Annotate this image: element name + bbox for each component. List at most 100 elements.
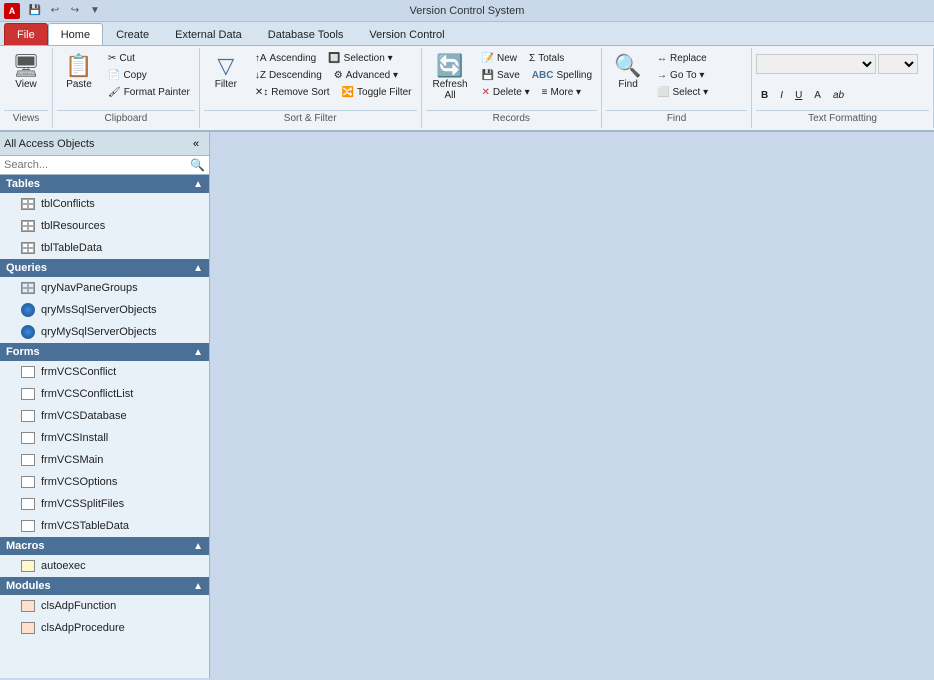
- macros-label: Macros: [6, 540, 45, 552]
- nav-item-clsAdpProcedure[interactable]: clsAdpProcedure: [0, 617, 209, 639]
- toggle-filter-button[interactable]: 🔀 Toggle Filter: [337, 84, 417, 101]
- undo-quick-btn[interactable]: ↩: [46, 3, 64, 19]
- nav-section-tables[interactable]: Tables ▲: [0, 175, 209, 193]
- tblResources-label: tblResources: [41, 220, 105, 232]
- nav-item-tblConflicts[interactable]: tblConflicts: [0, 193, 209, 215]
- descending-button[interactable]: ↓Z Descending: [250, 67, 327, 84]
- view-icon: 🖥: [12, 55, 40, 77]
- highlight-button[interactable]: ab: [828, 87, 849, 104]
- work-area: [210, 132, 934, 678]
- format-painter-button[interactable]: 🖌 Format Painter: [103, 84, 195, 101]
- find-icon: 🔍: [614, 55, 641, 77]
- nav-item-autoexec[interactable]: autoexec: [0, 555, 209, 577]
- find-button[interactable]: 🔍 Find: [606, 50, 650, 95]
- nav-item-tblResources[interactable]: tblResources: [0, 215, 209, 237]
- nav-section-macros[interactable]: Macros ▲: [0, 537, 209, 555]
- tab-home[interactable]: Home: [48, 23, 103, 45]
- macro-icon-autoexec: [20, 558, 36, 574]
- refresh-all-button[interactable]: 🔄 RefreshAll: [426, 50, 475, 106]
- nav-section-modules[interactable]: Modules ▲: [0, 577, 209, 595]
- select-button[interactable]: ⬜ Select ▾: [652, 84, 713, 101]
- more-button[interactable]: ≡ More ▾: [537, 84, 586, 101]
- italic-button[interactable]: I: [775, 87, 788, 104]
- tab-version-control[interactable]: Version Control: [356, 23, 457, 45]
- nav-item-frmVCSInstall[interactable]: frmVCSInstall: [0, 427, 209, 449]
- tab-database-tools[interactable]: Database Tools: [255, 23, 357, 45]
- goto-button[interactable]: → Go To ▾: [652, 67, 713, 84]
- queries-chevron: ▲: [193, 263, 203, 274]
- search-icon: 🔍: [190, 158, 205, 172]
- underline-button[interactable]: U: [790, 87, 807, 104]
- qryNavPaneGroups-label: qryNavPaneGroups: [41, 282, 138, 294]
- ribbon-group-records: 🔄 RefreshAll 📝 New Σ Totals 💾: [422, 48, 603, 128]
- view-button[interactable]: 🖥 View: [4, 50, 48, 95]
- bold-button[interactable]: B: [756, 87, 773, 104]
- paste-button[interactable]: 📋 Paste: [57, 50, 101, 95]
- redo-quick-btn[interactable]: ↪: [66, 3, 84, 19]
- spelling-button[interactable]: ABC Spelling: [527, 67, 597, 84]
- nav-item-tblTableData[interactable]: tblTableData: [0, 237, 209, 259]
- queries-label: Queries: [6, 262, 47, 274]
- cut-button[interactable]: ✂ Cut: [103, 50, 195, 67]
- nav-pane-collapse-btn[interactable]: «: [187, 135, 205, 153]
- select-icon: ⬜: [657, 87, 669, 98]
- tab-external-data[interactable]: External Data: [162, 23, 255, 45]
- find-group-label: Find: [606, 110, 747, 126]
- paste-label: Paste: [66, 79, 92, 90]
- save-quick-btn[interactable]: 💾: [26, 3, 44, 19]
- selection-icon: 🔲: [328, 53, 340, 64]
- totals-icon: Σ: [529, 53, 535, 64]
- nav-section-forms[interactable]: Forms ▲: [0, 343, 209, 361]
- table-icon-tblConflicts: [20, 196, 36, 212]
- nav-item-clsAdpFunction[interactable]: clsAdpFunction: [0, 595, 209, 617]
- font-family-select[interactable]: [756, 54, 876, 74]
- nav-item-frmVCSDatabase[interactable]: frmVCSDatabase: [0, 405, 209, 427]
- search-input[interactable]: [4, 159, 190, 171]
- nav-item-qryMsSqlServerObjects[interactable]: qryMsSqlServerObjects: [0, 299, 209, 321]
- globe-icon-qryMySql: [20, 324, 36, 340]
- table-icon-tblTableData: [20, 240, 36, 256]
- ribbon: 🖥 View Views 📋 Paste ✂ Cut 📄 Copy: [0, 46, 934, 132]
- ascending-button[interactable]: ↑A Ascending: [250, 50, 321, 67]
- ribbon-group-sort-filter: ▽ Filter ↑A Ascending 🔲 Selection ▾: [200, 48, 422, 128]
- paste-icon: 📋: [65, 55, 92, 77]
- copy-button[interactable]: 📄 Copy: [103, 67, 195, 84]
- replace-button[interactable]: ↔ Replace: [652, 50, 713, 67]
- delete-button[interactable]: ✕ Delete ▾: [477, 84, 535, 101]
- new-icon: 📝: [482, 53, 494, 64]
- table-icon-tblResources: [20, 218, 36, 234]
- save-record-button[interactable]: 💾 Save: [477, 67, 525, 84]
- nav-item-frmVCSTableData[interactable]: frmVCSTableData: [0, 515, 209, 537]
- nav-item-frmVCSConflictList[interactable]: frmVCSConflictList: [0, 383, 209, 405]
- form-icon-frmVCSSplitFiles: [20, 496, 36, 512]
- ribbon-group-clipboard: 📋 Paste ✂ Cut 📄 Copy 🖌 Format Painter Cl…: [53, 48, 200, 128]
- tab-file[interactable]: File: [4, 23, 48, 45]
- toggle-filter-icon: 🔀: [342, 87, 354, 98]
- filter-icon: ▽: [217, 55, 234, 77]
- nav-item-frmVCSSplitFiles[interactable]: frmVCSSplitFiles: [0, 493, 209, 515]
- refresh-icon: 🔄: [436, 55, 463, 77]
- tblTableData-label: tblTableData: [41, 242, 102, 254]
- advanced-button[interactable]: ⚙ Advanced ▾: [329, 67, 403, 84]
- form-icon-frmVCSInstall: [20, 430, 36, 446]
- font-color-button[interactable]: A: [809, 87, 826, 104]
- nav-item-frmVCSMain[interactable]: frmVCSMain: [0, 449, 209, 471]
- nav-item-frmVCSOptions[interactable]: frmVCSOptions: [0, 471, 209, 493]
- filter-button[interactable]: ▽ Filter: [204, 50, 248, 95]
- font-size-select[interactable]: [878, 54, 918, 74]
- ribbon-group-text-formatting: B I U A ab Text Formatting: [752, 48, 934, 128]
- nav-item-frmVCSConflict[interactable]: frmVCSConflict: [0, 361, 209, 383]
- nav-item-qryNavPaneGroups[interactable]: qryNavPaneGroups: [0, 277, 209, 299]
- copy-icon: 📄: [108, 70, 120, 81]
- nav-section-queries[interactable]: Queries ▲: [0, 259, 209, 277]
- selection-button[interactable]: 🔲 Selection ▾: [323, 50, 397, 67]
- nav-item-qryMySqlServerObjects[interactable]: qryMySqlServerObjects: [0, 321, 209, 343]
- title-bar-left: A 💾 ↩ ↪ ▼: [4, 3, 104, 19]
- app-icon: A: [4, 3, 20, 19]
- tab-create[interactable]: Create: [103, 23, 162, 45]
- tables-chevron: ▲: [193, 179, 203, 190]
- remove-sort-button[interactable]: ✕↕ Remove Sort: [250, 84, 335, 101]
- totals-button[interactable]: Σ Totals: [524, 50, 569, 67]
- new-record-button[interactable]: 📝 New: [477, 50, 522, 67]
- customize-quick-btn[interactable]: ▼: [86, 3, 104, 19]
